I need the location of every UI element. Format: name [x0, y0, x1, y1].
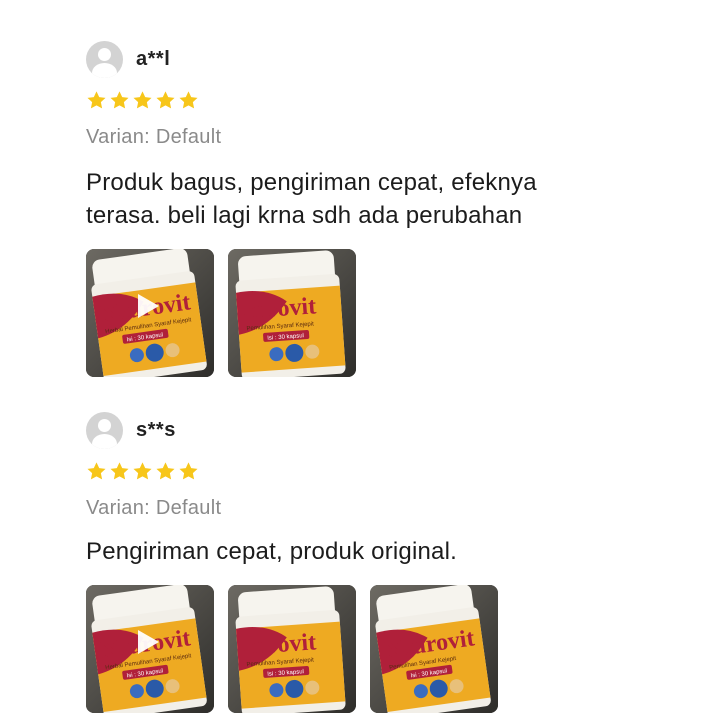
- review-media-list: Neurovit Herbal Pemulihan Syaraf Kejepit…: [86, 249, 686, 377]
- star-filled-icon: [133, 461, 152, 479]
- reviewer-username: a**l: [136, 47, 171, 70]
- star-filled-icon: [179, 90, 198, 108]
- star-filled-icon: [110, 461, 129, 479]
- star-filled-icon: [133, 90, 152, 108]
- review-item: a**l Varian: Default Produk bagus, pengi…: [86, 40, 686, 377]
- play-icon[interactable]: [132, 291, 162, 321]
- svg-text:eurovit: eurovit: [242, 293, 317, 324]
- review-photo-thumbnail[interactable]: eurovit Pemulihan Syaraf Kejepit Isi : 3…: [228, 585, 356, 713]
- reviewer-row: s**s: [86, 411, 686, 449]
- svg-text:eurovit: eurovit: [242, 629, 317, 660]
- play-icon[interactable]: [132, 627, 162, 657]
- star-filled-icon: [87, 461, 106, 479]
- review-video-thumbnail[interactable]: Neurovit Herbal Pemulihan Syaraf Kejepit…: [86, 585, 214, 713]
- reviewer-row: a**l: [86, 40, 686, 78]
- review-photo-thumbnail[interactable]: eurovit Pemulihan Syaraf Kejepit Isi : 3…: [228, 249, 356, 377]
- comment-line: terasa. beli lagi krna sdh ada perubahan: [86, 202, 523, 229]
- star-filled-icon: [156, 90, 175, 108]
- review-comment: Pengiriman cepat, produk original.: [86, 535, 686, 568]
- comment-line: Produk bagus, pengiriman cepat, efeknya: [86, 169, 537, 196]
- review-comment: Produk bagus, pengiriman cepat, efeknya …: [86, 166, 686, 232]
- reviewer-username: s**s: [136, 418, 176, 441]
- star-filled-icon: [179, 461, 198, 479]
- star-filled-icon: [156, 461, 175, 479]
- review-item: s**s Varian: Default Pengiriman cepat, p…: [86, 411, 686, 713]
- avatar[interactable]: [86, 411, 123, 449]
- star-rating: [86, 89, 686, 111]
- review-media-list: Neurovit Herbal Pemulihan Syaraf Kejepit…: [86, 585, 686, 713]
- review-video-thumbnail[interactable]: Neurovit Herbal Pemulihan Syaraf Kejepit…: [86, 249, 214, 377]
- variant-label: Varian: Default: [86, 126, 222, 148]
- review-photo-thumbnail[interactable]: Neurovit Pemulihan Syaraf Kejepit Isi : …: [370, 585, 498, 713]
- avatar[interactable]: [86, 40, 123, 78]
- star-filled-icon: [110, 90, 129, 108]
- star-filled-icon: [87, 90, 106, 108]
- variant-label: Varian: Default: [86, 497, 222, 519]
- star-rating: [86, 460, 686, 482]
- comment-line: Pengiriman cepat, produk original.: [86, 538, 458, 565]
